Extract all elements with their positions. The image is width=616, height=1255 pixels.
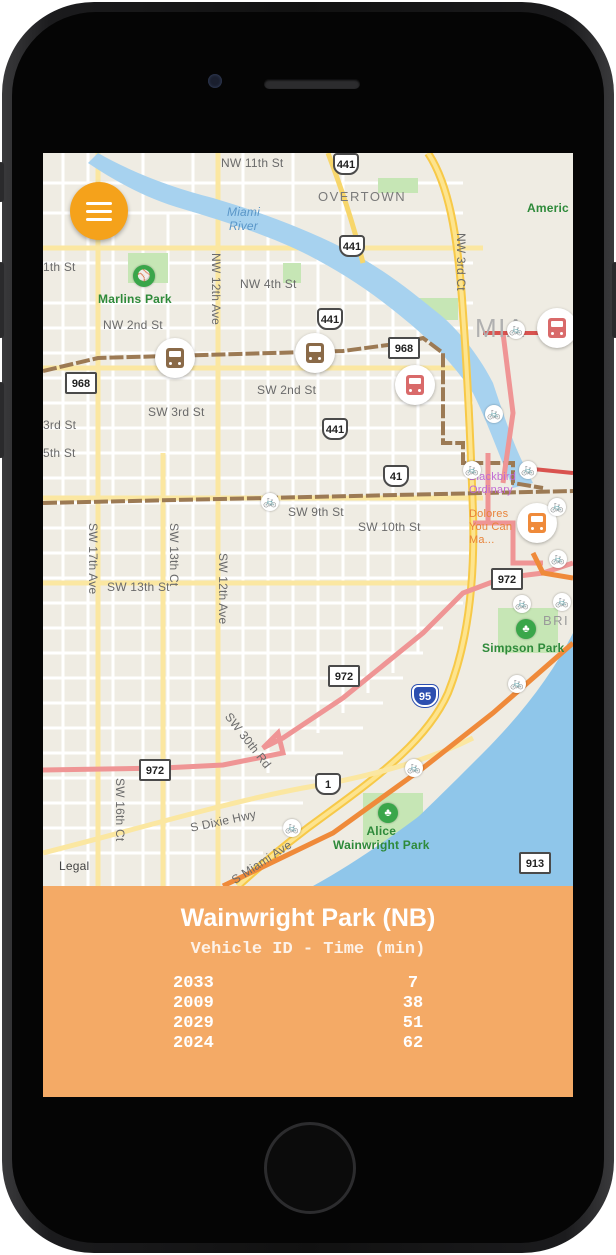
- district-label: BRI: [543, 613, 570, 628]
- transit-map[interactable]: NW 11th St NW 4th St NW 2nd St SW 2nd St…: [43, 153, 573, 886]
- street-label: 3rd St: [43, 418, 77, 432]
- us-route-shield: 1: [315, 773, 341, 795]
- bus-stop-marker[interactable]: [395, 365, 435, 405]
- poi-label: Dolores You Can Ma...: [469, 508, 513, 546]
- arrival-time: 51: [402, 1014, 424, 1033]
- bus-icon: [406, 375, 424, 395]
- bike-share-icon[interactable]: 🚲: [553, 593, 571, 611]
- bike-share-icon[interactable]: 🚲: [508, 675, 526, 693]
- tree-icon: ♣: [516, 619, 536, 639]
- menu-button[interactable]: [70, 182, 128, 240]
- interstate-shield: 95: [412, 685, 438, 707]
- vehicle-id: 2009: [173, 994, 214, 1013]
- park-label: Alice Wainwright Park: [333, 824, 430, 852]
- hamburger-menu-icon: [86, 201, 112, 205]
- mute-switch: [0, 162, 4, 202]
- us-route-shield: 441: [322, 418, 348, 440]
- vehicle-id: 2029: [173, 1014, 214, 1033]
- bus-icon: [548, 318, 566, 338]
- power-button: [612, 262, 616, 338]
- bike-share-icon[interactable]: 🚲: [513, 595, 531, 613]
- arrival-time: 38: [402, 994, 424, 1013]
- arrivals-list: 2033 7 2009 38 2029 51 2024 62: [173, 974, 443, 1054]
- street-label: SW 13th Ct: [167, 523, 181, 587]
- app-screen: NW 11th St NW 4th St NW 2nd St SW 2nd St…: [43, 153, 573, 1097]
- park-label: Marlins Park: [98, 292, 172, 306]
- arrivals-header: Vehicle ID - Time (min): [190, 940, 426, 959]
- stadium-icon: ⚾: [133, 265, 155, 287]
- volume-down-button: [0, 382, 4, 458]
- arrival-row: 2024 62: [173, 1034, 443, 1054]
- district-label: OVERTOWN: [318, 189, 407, 204]
- street-label: NW 11th St: [221, 156, 284, 170]
- street-label: NW 4th St: [240, 277, 297, 291]
- street-label: NW 3rd Ct: [454, 233, 468, 291]
- bus-icon: [528, 513, 546, 533]
- state-route-shield: 913: [519, 852, 551, 874]
- front-camera: [208, 74, 222, 88]
- vehicle-id: 2033: [173, 974, 214, 993]
- river-label: Miami River: [227, 205, 260, 233]
- arrival-row: 2033 7: [173, 974, 443, 994]
- street-label: SW 16th Ct: [113, 778, 127, 842]
- park-label: Americ: [527, 201, 569, 215]
- street-label: SW 2nd St: [257, 383, 317, 397]
- street-label: 1th St: [43, 260, 76, 274]
- bus-stop-marker[interactable]: [295, 333, 335, 373]
- vehicle-id: 2024: [173, 1034, 214, 1053]
- bus-stop-marker[interactable]: [537, 308, 573, 348]
- street-label: SW 12th Ave: [216, 553, 230, 625]
- us-route-shield: 41: [383, 465, 409, 487]
- street-label: SW 9th St: [288, 505, 344, 519]
- us-route-shield: 441: [339, 235, 365, 257]
- tree-icon: ♣: [378, 803, 398, 823]
- bike-share-icon[interactable]: 🚲: [283, 819, 301, 837]
- street-label: SW 3rd St: [148, 405, 205, 419]
- us-route-shield: 441: [333, 153, 359, 175]
- bike-share-icon[interactable]: 🚲: [261, 493, 279, 511]
- bike-share-icon[interactable]: 🚲: [548, 498, 566, 516]
- bike-share-icon[interactable]: 🚲: [463, 461, 481, 479]
- street-label: 5th St: [43, 446, 76, 460]
- street-label: SW 10th St: [358, 520, 421, 534]
- state-route-shield: 972: [491, 568, 523, 590]
- street-label: SW 17th Ave: [86, 523, 100, 595]
- bike-share-icon[interactable]: 🚲: [485, 405, 503, 423]
- legal-link[interactable]: Legal: [59, 859, 89, 873]
- bike-share-icon[interactable]: 🚲: [519, 461, 537, 479]
- bus-stop-marker[interactable]: [155, 338, 195, 378]
- bike-share-icon[interactable]: 🚲: [549, 550, 567, 568]
- bike-share-icon[interactable]: 🚲: [507, 321, 525, 339]
- park-label: Simpson Park: [482, 641, 565, 655]
- us-route-shield: 441: [317, 308, 343, 330]
- state-route-shield: 972: [328, 665, 360, 687]
- earpiece-speaker: [264, 79, 360, 89]
- state-route-shield: 968: [65, 372, 97, 394]
- arrival-row: 2029 51: [173, 1014, 443, 1034]
- home-button[interactable]: [264, 1122, 356, 1214]
- arrival-row: 2009 38: [173, 994, 443, 1014]
- stop-title: Wainwright Park (NB): [180, 904, 436, 932]
- arrivals-panel: Wainwright Park (NB) Vehicle ID - Time (…: [43, 886, 573, 1097]
- bus-icon: [166, 348, 184, 368]
- arrival-time: 62: [402, 1034, 424, 1053]
- arrival-time: 7: [407, 974, 419, 993]
- street-label: NW 12th Ave: [209, 253, 223, 326]
- bike-share-icon[interactable]: 🚲: [405, 759, 423, 777]
- state-route-shield: 972: [139, 759, 171, 781]
- street-label: NW 2nd St: [103, 318, 163, 332]
- bus-icon: [306, 343, 324, 363]
- volume-up-button: [0, 262, 4, 338]
- street-label: SW 13th St: [107, 580, 170, 594]
- state-route-shield: 968: [388, 337, 420, 359]
